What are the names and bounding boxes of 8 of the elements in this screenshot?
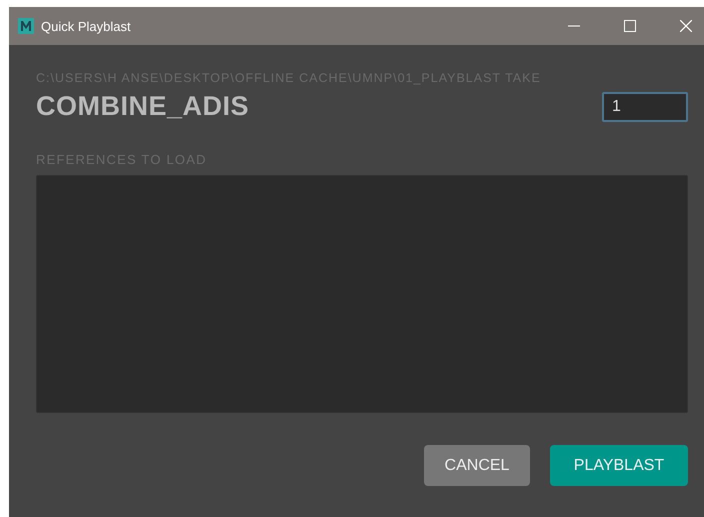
close-icon[interactable] xyxy=(680,20,692,32)
maximize-icon[interactable] xyxy=(624,20,636,32)
app-logo-icon xyxy=(18,18,34,34)
window-title: Quick Playblast xyxy=(41,18,131,34)
cancel-button[interactable]: CANCEL xyxy=(424,445,530,486)
scene-title: COMBINE_ADIS xyxy=(36,91,250,122)
playblast-button[interactable]: PLAYBLAST xyxy=(550,445,688,486)
take-field[interactable]: 1 xyxy=(602,92,688,122)
